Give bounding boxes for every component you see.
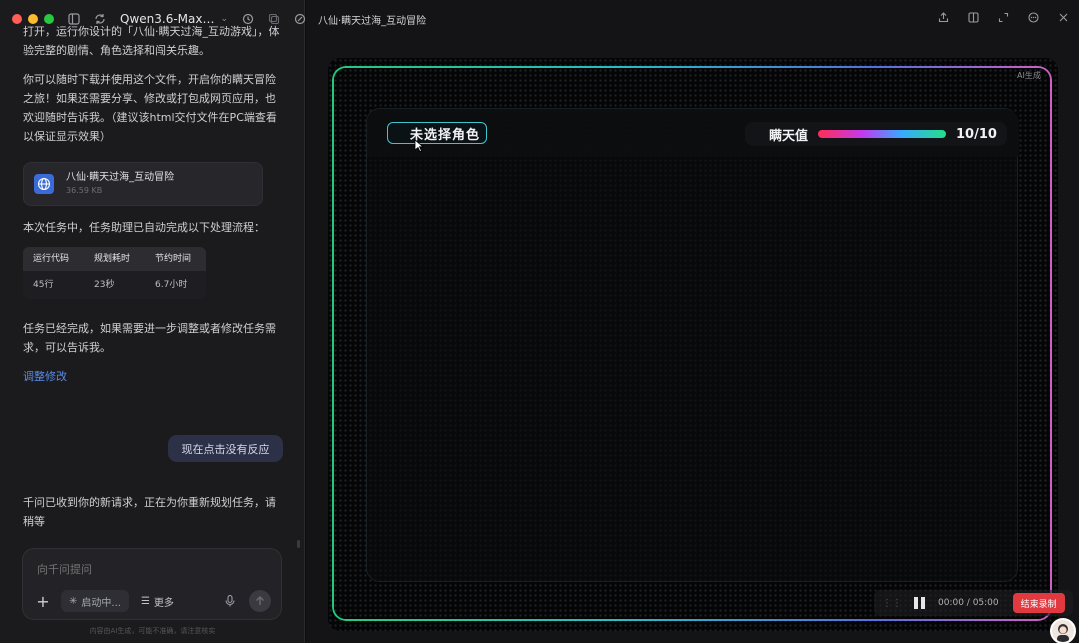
split-view-icon[interactable] (968, 12, 979, 26)
file-attachment-card[interactable]: 八仙·瞒天过海_互动冒险 36.59 KB (23, 162, 263, 206)
globe-icon (34, 174, 54, 194)
close-window-button[interactable] (12, 14, 22, 24)
prompt-input[interactable] (37, 563, 267, 576)
stats-header-cell: 规划耗时 (94, 253, 131, 264)
expand-icon[interactable] (998, 12, 1009, 26)
preview-toolbar (938, 12, 1069, 26)
stats-value-cell: 45行 (33, 279, 54, 290)
ai-disclaimer: 内容由AI生成，可能不准确，请注意核实 (89, 627, 216, 635)
download-note: 你可以随时下载并使用这个文件，开启你的瞒天冒险之旅！如果还需要分享、修改或打包成… (23, 73, 277, 143)
stats-value-cell: 23秒 (94, 279, 115, 290)
preview-title: 八仙·瞒天过海_互动冒险 (318, 16, 427, 27)
stats-table: 运行代码 规划耗时 节约时间 45行 23秒 6.7小时 (23, 247, 206, 299)
close-icon[interactable] (1058, 12, 1069, 26)
chat-scrollbar[interactable] (297, 540, 300, 548)
status-chip-label: 启动中... (81, 597, 121, 609)
preview-panel: 八仙·瞒天过海_互动冒险 AI生成 未选择角色 瞒天值 10/10 ⋮⋮ 00:… (306, 0, 1079, 643)
share-icon[interactable] (938, 12, 949, 26)
composer-toolbar: + ✳ 启动中... ☰ 更多 (33, 589, 271, 613)
add-attachment-button[interactable]: + (33, 591, 53, 611)
hp-meter: 瞒天值 10/10 (745, 122, 1007, 146)
stats-value-cell: 6.7小时 (155, 279, 188, 290)
stats-header-row: 运行代码 规划耗时 节约时间 (23, 247, 206, 271)
drag-handle-icon[interactable]: ⋮⋮ (882, 598, 902, 609)
microphone-icon[interactable] (221, 592, 239, 610)
file-name: 八仙·瞒天过海_互动冒险 (66, 172, 175, 183)
pause-button[interactable] (914, 597, 926, 609)
stop-recording-button[interactable]: 结束录制 (1012, 593, 1065, 613)
status-chip[interactable]: ✳ 启动中... (61, 590, 129, 612)
intro-paragraph: 打开，运行你设计的「八仙·瞒天过海_互动游戏」，体验完整的剧情、角色选择和闯关乐… (23, 25, 280, 57)
list-icon: ☰ (140, 595, 150, 607)
file-size: 36.59 KB (66, 186, 103, 195)
hp-label: 瞒天值 (769, 128, 809, 144)
game-stage: 未选择角色 瞒天值 10/10 (366, 108, 1019, 582)
screen-recorder-bar: ⋮⋮ 00:00 / 05:00 结束录制 (874, 590, 1073, 616)
more-button[interactable]: ☰ 更多 (141, 594, 174, 609)
process-intro: 本次任务中，任务助理已自动完成以下处理流程： (23, 221, 265, 234)
chat-panel: Qwen3.6-Max… ⌄ 打开，运行你设计的「八仙·瞒天过海_互动游戏」，体… (0, 0, 306, 643)
user-message-bubble: 现在点击没有反应 (168, 435, 283, 462)
hp-bar-track (818, 130, 947, 138)
hp-bar-fill (818, 130, 947, 138)
recording-time: 00:00 / 05:00 (938, 598, 999, 608)
send-button[interactable] (249, 590, 271, 612)
sparkle-icon: ✳ (69, 595, 78, 607)
app-window: Qwen3.6-Max… ⌄ 打开，运行你设计的「八仙·瞒天过海_互动游戏」，体… (0, 0, 1079, 643)
stats-value-row: 45行 23秒 6.7小时 (23, 271, 206, 299)
more-options-icon[interactable] (1028, 12, 1039, 26)
hp-value: 10/10 (956, 126, 997, 142)
ai-generated-badge: AI生成 (1017, 71, 1041, 80)
assistant-reply: 千问已收到你的新请求，正在为你重新规划任务，请稍等 (23, 496, 276, 528)
new-chat-icon[interactable] (294, 12, 306, 26)
mouse-cursor-icon (414, 139, 424, 153)
select-role-button[interactable]: 未选择角色 (387, 122, 487, 144)
stats-header-cell: 节约时间 (155, 253, 192, 264)
game-hud: 未选择角色 瞒天值 10/10 (367, 109, 1019, 157)
more-label: 更多 (153, 597, 174, 609)
adjust-link[interactable]: 调整修改 (23, 367, 285, 386)
avatar[interactable] (1050, 618, 1076, 643)
done-paragraph: 任务已经完成，如果需要进一步调整或者修改任务需求，可以告诉我。 (23, 322, 276, 354)
file-meta: 八仙·瞒天过海_互动冒险 36.59 KB (66, 171, 174, 197)
stats-header-cell: 运行代码 (33, 253, 70, 264)
message-composer: + ✳ 启动中... ☰ 更多 (22, 548, 282, 620)
chat-transcript: 打开，运行你设计的「八仙·瞒天过海_互动游戏」，体验完整的剧情、角色选择和闯关乐… (23, 25, 285, 386)
